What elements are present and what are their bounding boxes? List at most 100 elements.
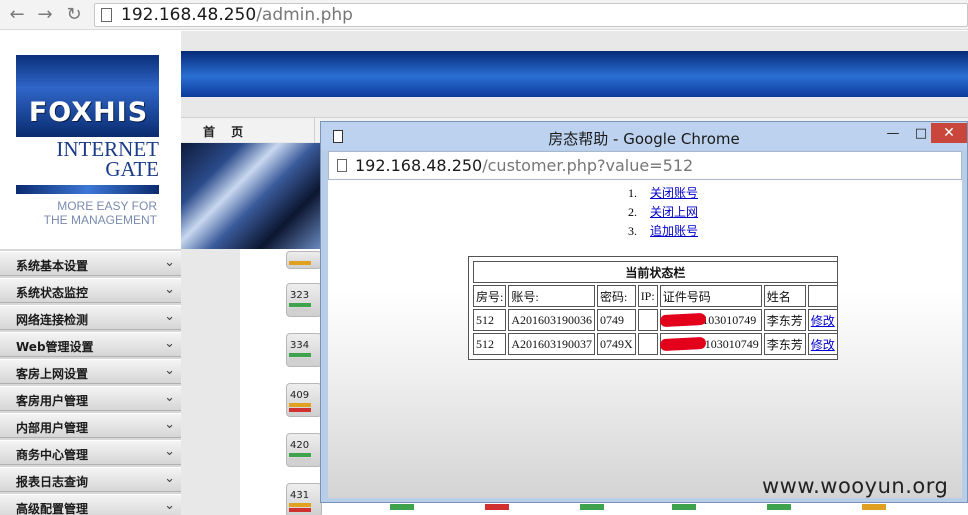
chevron-down-icon: ⌄ [164, 390, 175, 405]
logo-tagline: MORE EASY FOR THE MANAGEMENT [43, 199, 157, 227]
sidebar-item-system-monitor[interactable]: 系统状态监控 ⌄ [0, 278, 181, 303]
id-number-cell: 199103010749 [659, 333, 762, 355]
table-caption: 当前状态栏 [473, 261, 838, 283]
chevron-down-icon: ⌄ [164, 282, 175, 297]
logo-brand: FOXHIS [28, 97, 149, 128]
chevron-down-icon: ⌄ [164, 309, 175, 324]
room-status-bar [289, 458, 311, 462]
list-item: 1. 关闭账号 [628, 186, 699, 200]
logo-divider [16, 185, 159, 194]
popup-titlebar[interactable]: 房态帮助 - Google Chrome — □ ✕ [321, 122, 967, 150]
reload-icon[interactable]: ↻ [63, 4, 85, 26]
list-item: 2. 关闭上网 [628, 205, 699, 219]
sidebar-item-system-basic[interactable]: 系统基本设置 ⌄ [0, 251, 181, 276]
room-cell: 512 [473, 309, 507, 331]
room-tile[interactable]: 420 [286, 433, 322, 467]
column-header: 账号: [508, 285, 596, 307]
sidebar-item-business-center[interactable]: 商务中心管理 ⌄ [0, 440, 181, 465]
status-table: 当前状态栏 房号: 账号: 密码: IP: 证件号码 姓名 512 A20160… [468, 256, 838, 360]
back-icon[interactable]: ← [6, 4, 28, 26]
password-cell: 0749X [597, 333, 636, 355]
column-header: IP: [637, 285, 658, 307]
sidebar-item-web-settings[interactable]: Web管理设置 ⌄ [0, 332, 181, 357]
room-tile[interactable]: 323 [286, 283, 322, 317]
sidebar: 系统基本设置 ⌄ 系统状态监控 ⌄ 网络连接检测 ⌄ Web管理设置 ⌄ 客房上网设置 ⌄… [0, 249, 181, 515]
chevron-down-icon: ⌄ [164, 471, 175, 486]
column-header: 证件号码 [659, 285, 762, 307]
page-icon [337, 159, 347, 172]
room-tile[interactable]: 334 [286, 333, 322, 367]
add-account-link[interactable]: 追加账号 [650, 224, 698, 238]
address-bar[interactable]: 192.168.48.250/admin.php [94, 3, 968, 27]
close-account-link[interactable]: 关闭账号 [650, 186, 698, 200]
account-cell: A201603190037 [508, 333, 596, 355]
address-url: 192.168.48.250/admin.php [121, 5, 353, 25]
chevron-down-icon: ⌄ [164, 444, 175, 459]
popup-address-bar[interactable]: 192.168.48.250/customer.php?value=512 [328, 151, 962, 180]
redaction-mark [659, 312, 706, 328]
room-status-bar [289, 303, 311, 307]
room-tile[interactable]: 431 [286, 483, 322, 515]
room-status-bar [289, 358, 311, 362]
popup-address-url: 192.168.48.250/customer.php?value=512 [355, 156, 694, 175]
edit-link[interactable]: 修改 [811, 338, 835, 352]
edit-link[interactable]: 修改 [811, 314, 835, 328]
column-header: 密码: [597, 285, 636, 307]
room-status-bar [390, 504, 414, 510]
action-cell: 修改 [807, 333, 838, 355]
sidebar-item-internal-users[interactable]: 内部用户管理 ⌄ [0, 413, 181, 438]
action-cell: 修改 [807, 309, 838, 331]
hero-image [181, 143, 321, 249]
table-row: 512 A201603190037 0749X 199103010749 李东芳… [473, 333, 838, 355]
password-cell: 0749 [597, 309, 636, 331]
room-status-bar [289, 453, 311, 457]
room-status-bar [289, 508, 311, 512]
close-internet-link[interactable]: 关闭上网 [650, 205, 698, 219]
room-status-bar [289, 403, 311, 407]
column-header: 房号: [473, 285, 507, 307]
room-cell: 512 [473, 333, 507, 355]
action-menu: 1. 关闭账号 2. 关闭上网 3. 追加账号 [628, 184, 698, 241]
popup-title: 房态帮助 - Google Chrome [548, 130, 740, 148]
chevron-down-icon: ⌄ [164, 417, 175, 432]
table-header-row: 房号: 账号: 密码: IP: 证件号码 姓名 [473, 285, 838, 307]
room-tile[interactable]: 409 [286, 383, 322, 417]
chevron-down-icon: ⌄ [164, 255, 175, 270]
popup-content: 1. 关闭账号 2. 关闭上网 3. 追加账号 当前状态栏 房号: 账号: 密码: I… [328, 180, 962, 498]
name-cell: 李东芳 [763, 309, 806, 331]
logo-box: FOXHIS [16, 55, 159, 137]
list-item: 3. 追加账号 [628, 224, 699, 238]
room-status-bar [580, 504, 604, 510]
close-icon[interactable]: ✕ [931, 123, 967, 143]
logo-area: FOXHIS INTERNET GATE MORE EASY FOR THE M… [0, 31, 181, 249]
room-status-bar [289, 353, 311, 357]
ip-cell [637, 309, 658, 331]
account-cell: A201603190036 [508, 309, 596, 331]
sidebar-item-network-check[interactable]: 网络连接检测 ⌄ [0, 305, 181, 330]
sidebar-item-room-internet[interactable]: 客房上网设置 ⌄ [0, 359, 181, 384]
header-banner [181, 51, 968, 97]
name-cell: 李东芳 [763, 333, 806, 355]
room-status-bar [485, 504, 509, 510]
popup-window: 房态帮助 - Google Chrome — □ ✕ 192.168.48.25… [320, 121, 968, 503]
id-number-cell: 21199103010749 [659, 309, 762, 331]
sidebar-item-room-users[interactable]: 客房用户管理 ⌄ [0, 386, 181, 411]
forward-icon[interactable]: → [34, 4, 56, 26]
room-status-bar [767, 504, 791, 510]
room-tile[interactable] [286, 251, 322, 269]
nav-divider [314, 118, 315, 143]
table-row: 512 A201603190036 0749 21199103010749 李东… [473, 309, 838, 331]
redaction-mark [659, 336, 706, 352]
minimize-icon[interactable]: — [880, 124, 906, 144]
sidebar-item-advanced-config[interactable]: 高级配置管理 ⌄ [0, 494, 181, 515]
chevron-down-icon: ⌄ [164, 363, 175, 378]
nav-home[interactable]: 首 页 [203, 123, 249, 140]
browser-toolbar: ← → ↻ 192.168.48.250/admin.php [0, 0, 968, 30]
page-icon [101, 8, 112, 22]
chevron-down-icon: ⌄ [164, 498, 175, 513]
chevron-down-icon: ⌄ [164, 336, 175, 351]
ip-cell [637, 333, 658, 355]
sidebar-item-report-logs[interactable]: 报表日志查询 ⌄ [0, 467, 181, 492]
column-header: 姓名 [763, 285, 806, 307]
room-status-bar [289, 308, 311, 312]
